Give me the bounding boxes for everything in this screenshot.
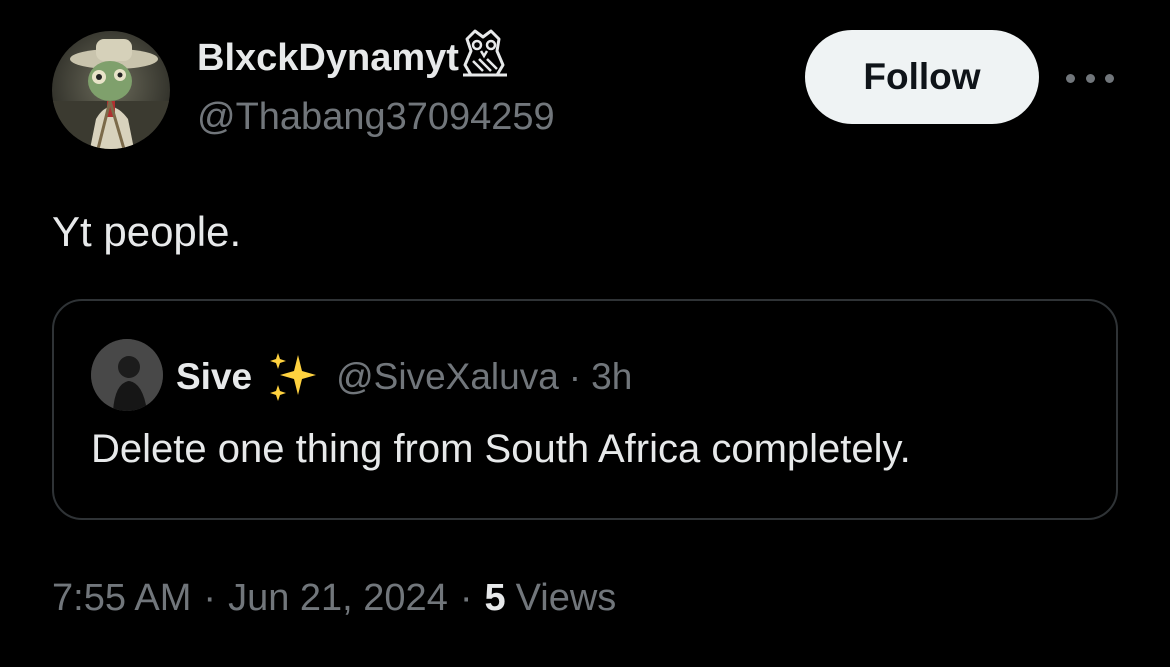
more-options-button[interactable] [1066,68,1114,88]
more-horizontal-icon-dot [1105,73,1114,83]
tweet-text: Yt people. [52,208,242,255]
meta-separator: · [459,577,473,619]
owl-icon [461,29,509,79]
more-horizontal-icon-dot [1085,73,1095,83]
quote-timestamp[interactable]: 3h [591,356,632,398]
tweet-date[interactable]: Jun 21, 2024 [228,577,448,620]
meta-separator: · [203,577,217,619]
author-display-name[interactable]: BlxckDynamyt [197,29,509,80]
tweet-meta: 7:55 AM · Jun 21, 2024 · 5 Views [52,577,616,620]
quote-header: Sive @SiveXaluva · 3h [176,351,632,403]
quote-author-name[interactable]: Sive [176,356,252,398]
author-handle[interactable]: @Thabang37094259 [197,96,555,139]
quote-separator: · [568,356,582,397]
quote-avatar-image [91,339,163,411]
quote-author-handle[interactable]: @SiveXaluva [336,356,559,398]
avatar-image [52,31,170,149]
sparkles-icon [268,351,318,403]
tweet-detail: BlxckDynamyt @Thabang37094259 Follow Yt … [0,0,1170,667]
quote-author-avatar[interactable] [91,339,163,411]
views-count: 5 [484,577,506,619]
follow-button[interactable]: Follow [805,30,1039,124]
more-horizontal-icon [1066,73,1075,83]
tweet-time[interactable]: 7:55 AM [52,577,191,620]
author-avatar[interactable] [52,31,170,149]
author-name-text: BlxckDynamyt [197,37,459,79]
views-label: Views [515,577,617,619]
quote-text: Delete one thing from South Africa compl… [91,427,911,471]
quoted-tweet-card[interactable]: Sive @SiveXaluva · 3h Delete one thing f… [52,299,1118,520]
